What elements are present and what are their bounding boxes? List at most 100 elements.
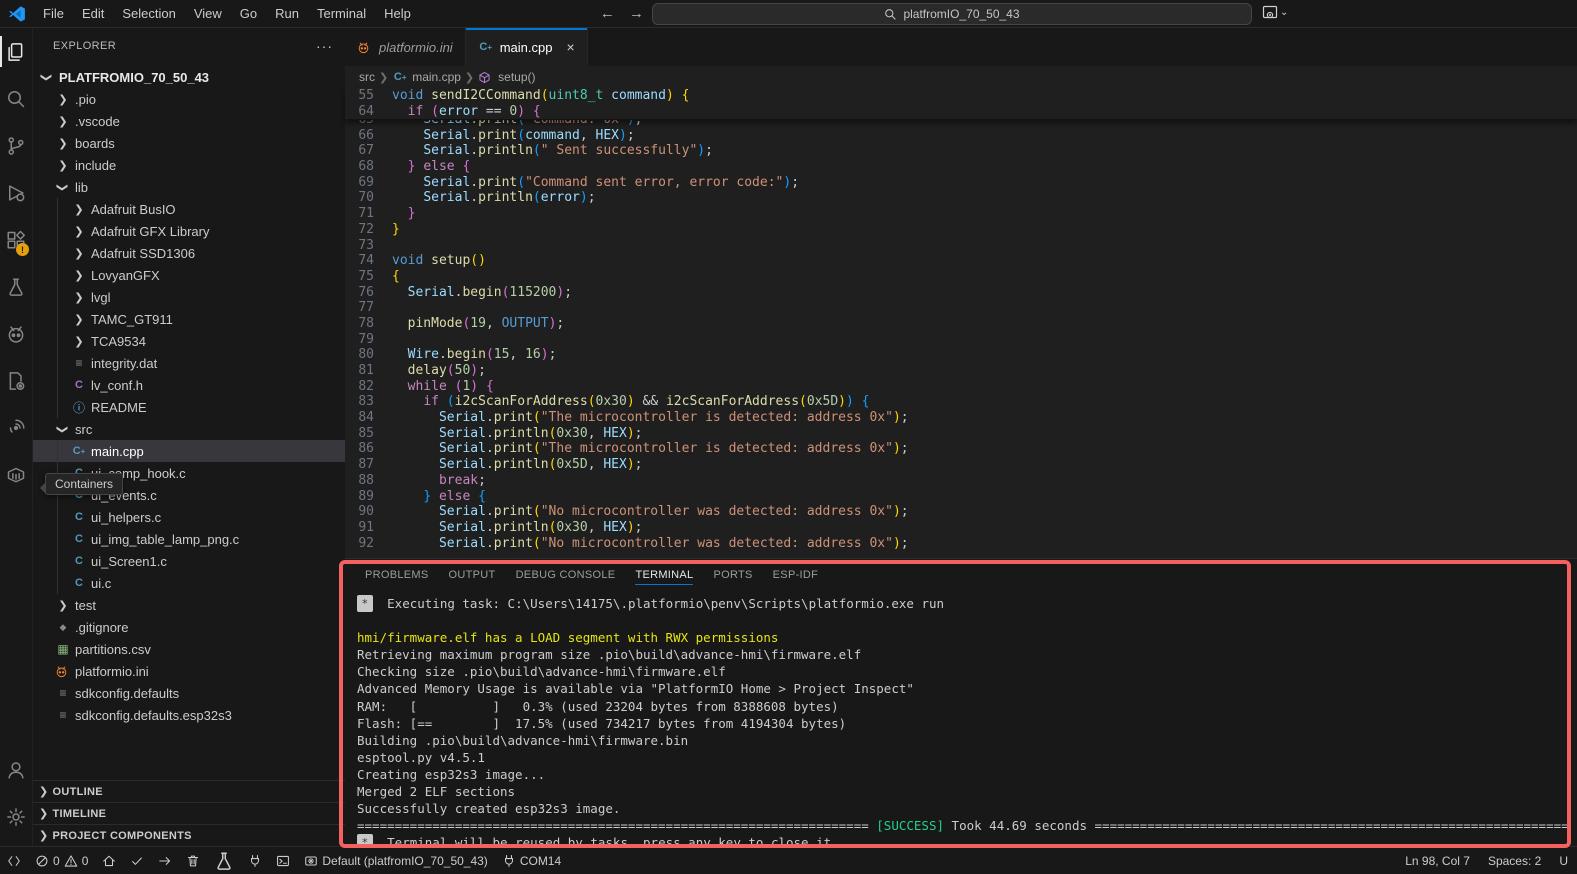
code-line-69[interactable]: 69 Serial.print("Command sent error, err… bbox=[345, 175, 1577, 191]
indentation[interactable]: Spaces: 2 bbox=[1479, 847, 1550, 874]
pio-terminal-button[interactable] bbox=[269, 847, 297, 874]
tree-item-readme[interactable]: ⓘREADME bbox=[33, 396, 345, 418]
tab-main-cpp[interactable]: C+main.cpp× bbox=[466, 28, 588, 66]
tree-item-boards[interactable]: ❯boards bbox=[33, 132, 345, 154]
code-line-77[interactable]: 77 bbox=[345, 300, 1577, 316]
pio-home-button[interactable] bbox=[95, 847, 123, 874]
breadcrumb-setup-[interactable]: setup() bbox=[478, 70, 535, 84]
section-outline[interactable]: ❯OUTLINE bbox=[33, 780, 345, 802]
tree-item-tamc-gt911[interactable]: ❯TAMC_GT911 bbox=[33, 308, 345, 330]
section-timeline[interactable]: ❯TIMELINE bbox=[33, 802, 345, 824]
tree-item-main-cpp[interactable]: C+main.cpp bbox=[33, 440, 345, 462]
code-line-75[interactable]: 75{ bbox=[345, 269, 1577, 285]
search-icon[interactable] bbox=[0, 75, 32, 122]
menu-edit[interactable]: Edit bbox=[73, 0, 113, 28]
source-control-icon[interactable] bbox=[0, 122, 32, 169]
terminal-output[interactable]: * Executing task: C:\Users\14175\.platfo… bbox=[357, 595, 1571, 842]
cursor-position[interactable]: Ln 98, Col 7 bbox=[1396, 847, 1479, 874]
code-line-66[interactable]: 66 Serial.print(command, HEX); bbox=[345, 128, 1577, 144]
run-debug-icon[interactable] bbox=[0, 169, 32, 216]
tree-item-adafruit-busio[interactable]: ❯Adafruit BusIO bbox=[33, 198, 345, 220]
account-icon[interactable] bbox=[0, 746, 32, 793]
menu-terminal[interactable]: Terminal bbox=[308, 0, 375, 28]
panel-tab-problems[interactable]: PROBLEMS bbox=[357, 567, 437, 587]
tree-item-ui-img-table-lamp-png-c[interactable]: Cui_img_table_lamp_png.c bbox=[33, 528, 345, 550]
pio-monitor-button[interactable] bbox=[241, 847, 269, 874]
code-line-73[interactable]: 73 bbox=[345, 238, 1577, 254]
code-line-67[interactable]: 67 Serial.println(" Sent successfully"); bbox=[345, 143, 1577, 159]
pio-env-selector[interactable]: Default (platfromIO_70_50_43) bbox=[297, 847, 494, 874]
menu-file[interactable]: File bbox=[34, 0, 73, 28]
tree-item-lvgl[interactable]: ❯lvgl bbox=[33, 286, 345, 308]
explorer-icon[interactable] bbox=[0, 28, 32, 75]
tree-item-lib[interactable]: ❯lib bbox=[33, 176, 345, 198]
problems-status[interactable]: 00 bbox=[28, 847, 95, 874]
pio-clean-button[interactable] bbox=[179, 847, 207, 874]
tree-item-adafruit-ssd1306[interactable]: ❯Adafruit SSD1306 bbox=[33, 242, 345, 264]
code-line-84[interactable]: 84 Serial.print("The microcontroller is … bbox=[345, 410, 1577, 426]
pio-test-button[interactable] bbox=[207, 847, 241, 874]
tree-item-partitions-csv[interactable]: ▦partitions.csv bbox=[33, 638, 345, 660]
tree-item--gitignore[interactable]: ◆.gitignore bbox=[33, 616, 345, 638]
espressif-icon[interactable] bbox=[0, 404, 32, 451]
nav-forward-button[interactable]: → bbox=[629, 5, 644, 22]
panel-tab-ports[interactable]: PORTS bbox=[705, 567, 760, 587]
code-line-85[interactable]: 85 Serial.println(0x30, HEX); bbox=[345, 426, 1577, 442]
nav-back-button[interactable]: ← bbox=[600, 5, 615, 22]
tree-item-adafruit-gfx-library[interactable]: ❯Adafruit GFX Library bbox=[33, 220, 345, 242]
test-icon[interactable] bbox=[0, 263, 32, 310]
panel-tab-output[interactable]: OUTPUT bbox=[441, 567, 504, 587]
code-line-88[interactable]: 88 break; bbox=[345, 473, 1577, 489]
panel-tab-esp-idf[interactable]: ESP-IDF bbox=[765, 567, 827, 587]
code-line-82[interactable]: 82 while (1) { bbox=[345, 379, 1577, 395]
code-line-65[interactable]: 65 Serial.print("Command: 0x"); bbox=[345, 120, 1577, 128]
tree-item--pio[interactable]: ❯.pio bbox=[33, 88, 345, 110]
settings-gear-icon[interactable] bbox=[0, 793, 32, 840]
code-line-78[interactable]: 78 pinMode(19, OUTPUT); bbox=[345, 316, 1577, 332]
tree-item--vscode[interactable]: ❯.vscode bbox=[33, 110, 345, 132]
code-line-79[interactable]: 79 bbox=[345, 332, 1577, 348]
pio-build-button[interactable] bbox=[123, 847, 151, 874]
close-icon[interactable]: × bbox=[566, 39, 574, 55]
esp-idf-icon[interactable] bbox=[0, 357, 32, 404]
code-line-68[interactable]: 68 } else { bbox=[345, 159, 1577, 175]
tree-item-tca9534[interactable]: ❯TCA9534 bbox=[33, 330, 345, 352]
tree-item-test[interactable]: ❯test bbox=[33, 594, 345, 616]
code-line-83[interactable]: 83 if (i2cScanForAddress(0x30) && i2cSca… bbox=[345, 394, 1577, 410]
section-project-components[interactable]: ❯PROJECT COMPONENTS bbox=[33, 824, 345, 846]
extensions-icon[interactable]: ! bbox=[0, 216, 32, 263]
code-line-81[interactable]: 81 delay(50); bbox=[345, 363, 1577, 379]
remote-indicator[interactable] bbox=[0, 847, 28, 874]
breadcrumb-main-cpp[interactable]: C+main.cpp bbox=[392, 70, 461, 84]
explorer-more-actions-button[interactable]: ··· bbox=[316, 38, 333, 54]
code-line-80[interactable]: 80 Wire.begin(15, 16); bbox=[345, 347, 1577, 363]
panel-tab-debug-console[interactable]: DEBUG CONSOLE bbox=[508, 567, 624, 587]
tree-item-sdkconfig-defaults[interactable]: ≡sdkconfig.defaults bbox=[33, 682, 345, 704]
code-editor[interactable]: 65 Serial.print("Command: 0x");66 Serial… bbox=[345, 120, 1577, 558]
panel-tab-terminal[interactable]: TERMINAL bbox=[627, 567, 701, 587]
code-line-86[interactable]: 86 Serial.print("The microcontroller is … bbox=[345, 441, 1577, 457]
code-line-74[interactable]: 74void setup() bbox=[345, 253, 1577, 269]
tree-item-src[interactable]: ❯src bbox=[33, 418, 345, 440]
code-line-92[interactable]: 92 Serial.print("No microcontroller was … bbox=[345, 536, 1577, 552]
tab-platformio-ini[interactable]: platformio.ini bbox=[345, 28, 466, 66]
tree-item-ui-screen1-c[interactable]: Cui_Screen1.c bbox=[33, 550, 345, 572]
tree-item-include[interactable]: ❯include bbox=[33, 154, 345, 176]
menu-view[interactable]: View bbox=[185, 0, 231, 28]
code-line-76[interactable]: 76 Serial.begin(115200); bbox=[345, 285, 1577, 301]
platformio-icon[interactable] bbox=[0, 310, 32, 357]
encoding[interactable]: U bbox=[1550, 847, 1577, 874]
menu-go[interactable]: Go bbox=[231, 0, 266, 28]
code-line-70[interactable]: 70 Serial.println(error); bbox=[345, 190, 1577, 206]
breadcrumb-src[interactable]: src bbox=[359, 70, 375, 84]
code-line-87[interactable]: 87 Serial.println(0x5D, HEX); bbox=[345, 457, 1577, 473]
tree-item-platformio-ini[interactable]: platformio.ini bbox=[33, 660, 345, 682]
code-line-90[interactable]: 90 Serial.print("No microcontroller was … bbox=[345, 504, 1577, 520]
menu-selection[interactable]: Selection bbox=[113, 0, 184, 28]
tree-item-ui-helpers-c[interactable]: Cui_helpers.c bbox=[33, 506, 345, 528]
command-center-search[interactable]: platfromIO_70_50_43 bbox=[652, 3, 1252, 25]
tree-item-lovyangfx[interactable]: ❯LovyanGFX bbox=[33, 264, 345, 286]
tree-item-integrity-dat[interactable]: ≡integrity.dat bbox=[33, 352, 345, 374]
serial-port-selector[interactable]: COM14 bbox=[495, 847, 568, 874]
menu-run[interactable]: Run bbox=[266, 0, 308, 28]
